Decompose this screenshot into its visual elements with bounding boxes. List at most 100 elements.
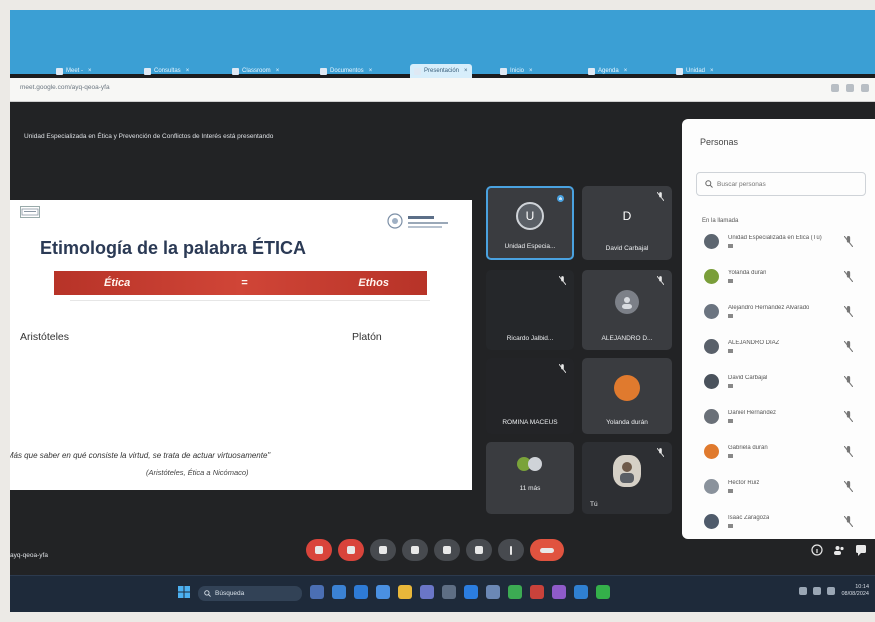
participant-tile[interactable]: U Unidad Especia...	[486, 186, 574, 260]
participant-row[interactable]: Isaac Zaragoza	[704, 514, 869, 538]
pdf-app-icon[interactable]	[530, 585, 544, 599]
store-app-icon[interactable]	[442, 585, 456, 599]
raise-hand-button[interactable]	[466, 539, 492, 561]
close-tab-icon[interactable]: ×	[529, 68, 533, 74]
participant-tile[interactable]: ROMINA MACEUS	[486, 358, 574, 434]
participant-tile[interactable]: Ricardo Jalbid...	[486, 270, 574, 350]
excel-app-icon[interactable]	[596, 585, 610, 599]
presenting-banner: Unidad Especializada en Ética y Prevenci…	[24, 133, 274, 140]
mic-off-icon[interactable]	[844, 271, 853, 282]
avatar	[704, 269, 719, 284]
outlook-app-icon[interactable]	[486, 585, 500, 599]
system-clock[interactable]: 10:14 08/08/2024	[841, 584, 869, 598]
participant-row[interactable]: Alejandro Hernández Alvarado	[704, 304, 869, 328]
word-app-icon[interactable]	[464, 585, 478, 599]
slide-name-left: Aristóteles	[20, 331, 70, 343]
teams-app-icon[interactable]	[420, 585, 434, 599]
people-icon[interactable]	[833, 543, 845, 555]
profile-icon[interactable]	[861, 84, 869, 92]
participant-name: Unidad Especia...	[504, 243, 556, 250]
people-search-input[interactable]	[717, 180, 837, 188]
task-view-icon[interactable]	[310, 585, 324, 599]
edge-app-icon[interactable]	[376, 585, 390, 599]
meet-stage: Unidad Especializada en Ética y Prevenci…	[10, 102, 875, 612]
close-tab-icon[interactable]: ×	[186, 68, 190, 74]
mic-off-icon[interactable]	[844, 446, 853, 457]
browser-tab-active[interactable]: Presentación ×	[410, 64, 472, 78]
avatar	[615, 290, 639, 314]
close-tab-icon[interactable]: ×	[88, 68, 92, 74]
extensions-icon[interactable]	[846, 84, 854, 92]
participant-name: ROMINA MACEUS	[502, 419, 558, 426]
mic-off-icon[interactable]	[844, 516, 853, 527]
participant-row[interactable]: Daniel Hernández	[704, 409, 869, 433]
close-tab-icon[interactable]: ×	[624, 68, 628, 74]
close-tab-icon[interactable]: ×	[710, 68, 714, 74]
participant-row[interactable]: Héctor Ruiz	[704, 479, 869, 503]
chrome-app-icon[interactable]	[508, 585, 522, 599]
windows-start-icon[interactable]	[178, 586, 190, 598]
url-text[interactable]: meet.google.com/ayq-qeoa-yfa	[20, 84, 110, 91]
leave-call-button[interactable]	[530, 539, 564, 561]
self-view-tile[interactable]: Tú	[582, 442, 672, 514]
settings-app-icon[interactable]	[574, 585, 588, 599]
reactions-button[interactable]	[402, 539, 428, 561]
captions-button[interactable]	[370, 539, 396, 561]
browser-app-icon[interactable]	[332, 585, 346, 599]
mic-off-icon[interactable]	[844, 341, 853, 352]
close-tab-icon[interactable]: ×	[369, 68, 373, 74]
mic-off-icon[interactable]	[844, 376, 853, 387]
participant-row[interactable]: Unidad Especializada en Ética (Tú)	[704, 234, 869, 258]
tab-favicon-icon	[232, 67, 239, 75]
mic-off-icon[interactable]	[844, 411, 853, 422]
mic-off-icon	[657, 192, 664, 201]
mic-toggle-button[interactable]	[306, 539, 332, 561]
present-button[interactable]	[434, 539, 460, 561]
mic-off-icon[interactable]	[844, 306, 853, 317]
mic-off-icon[interactable]	[844, 236, 853, 247]
onenote-app-icon[interactable]	[552, 585, 566, 599]
wifi-icon[interactable]	[813, 587, 822, 595]
browser-tab[interactable]: Meet - ×	[56, 64, 92, 78]
chat-icon[interactable]	[855, 543, 867, 556]
taskbar-search[interactable]: Búsqueda	[198, 586, 302, 601]
volume-icon[interactable]	[827, 587, 836, 595]
self-video	[613, 454, 641, 487]
file-explorer-icon[interactable]	[398, 585, 412, 599]
info-icon[interactable]	[811, 543, 823, 556]
bookmark-star-icon[interactable]	[831, 84, 839, 92]
participant-row[interactable]: ALEJANDRO DIAZ	[704, 339, 869, 363]
browser-tab[interactable]: Consultas ×	[144, 64, 189, 78]
camera-toggle-button[interactable]	[338, 539, 364, 561]
browser-tab[interactable]: Documentos ×	[320, 64, 372, 78]
close-tab-icon[interactable]: ×	[276, 68, 280, 74]
slide-quote: "Más que saber en qué consiste la virtud…	[10, 451, 271, 460]
close-tab-icon[interactable]: ×	[464, 68, 468, 74]
participant-row[interactable]: David Carbajal	[704, 374, 869, 398]
participant-tile[interactable]: ALEJANDRO D...	[582, 270, 672, 350]
tray-chevron-icon[interactable]	[799, 587, 808, 595]
emoji-icon	[411, 546, 419, 554]
mic-off-icon	[315, 546, 323, 554]
browser-tab-strip: Meet - × Consultas × Classroom × Documentos…	[10, 10, 875, 78]
tab-favicon-icon	[320, 67, 327, 75]
tab-favicon-icon	[144, 67, 151, 75]
participant-row[interactable]: Gabriela durán	[704, 444, 869, 468]
participant-tile[interactable]: D David Carbajal	[582, 186, 672, 260]
address-bar[interactable]: meet.google.com/ayq-qeoa-yfa	[10, 78, 875, 102]
people-search[interactable]	[696, 172, 866, 196]
more-participants-tile[interactable]: 11 más	[486, 442, 574, 514]
mail-app-icon[interactable]	[354, 585, 368, 599]
participant-tile[interactable]: Yolanda durán	[582, 358, 672, 434]
participant-name: David Carbajal	[605, 245, 649, 252]
browser-tab[interactable]: Classroom ×	[232, 64, 279, 78]
browser-tab[interactable]: Inicio ×	[500, 64, 533, 78]
browser-tab[interactable]: Agenda ×	[588, 64, 627, 78]
call-controls	[306, 539, 564, 561]
present-screen-icon	[443, 546, 451, 554]
avatar	[614, 375, 640, 402]
browser-tab[interactable]: Unidad ×	[676, 64, 714, 78]
participant-row[interactable]: Yolanda durán	[704, 269, 869, 293]
mic-off-icon[interactable]	[844, 481, 853, 492]
more-options-button[interactable]	[498, 539, 524, 561]
